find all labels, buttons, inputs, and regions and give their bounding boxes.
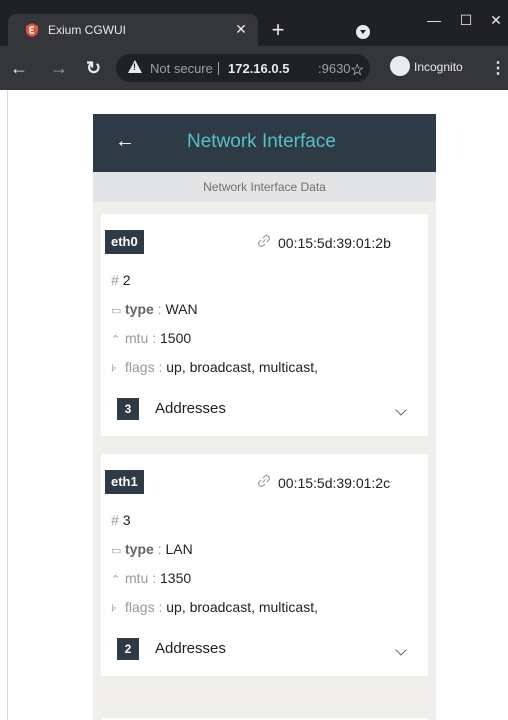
type-value: WAN — [165, 301, 198, 317]
browser-toolbar: ← → ↻ Not secure 172.16.0.5 :9630 ☆ Inco… — [0, 46, 508, 90]
incognito-label: Incognito — [414, 60, 463, 74]
hash-icon: # — [111, 512, 119, 528]
close-window-icon[interactable]: ✕ — [486, 10, 506, 30]
mtu-icon: ⌃ — [111, 574, 121, 586]
type-row: ▭ type : LAN — [111, 541, 193, 557]
mtu-icon: ⌃ — [111, 334, 121, 346]
index-row: # 2 — [111, 272, 130, 288]
flags-value: up, broadcast, multicast, — [166, 359, 318, 375]
mac-address: 00:15:5d:39:01:2c — [278, 475, 391, 491]
address-count-badge: 3 — [117, 398, 139, 420]
subheader-title: Network Interface Data — [203, 180, 326, 194]
interface-card: eth1 00:15:5d:39:01:2c # 3 ▭ type : LAN ⌃… — [101, 454, 428, 676]
page-title: Network Interface — [187, 131, 336, 152]
link-icon — [257, 474, 271, 488]
tab-strip: Exium CGWUI ✕ + — ☐ ✕ — [0, 0, 508, 46]
type-separator: : — [153, 541, 166, 557]
flags-label: flags — [125, 599, 155, 615]
reload-icon[interactable]: ↻ — [86, 58, 101, 78]
new-tab-button[interactable]: + — [268, 19, 288, 41]
addresses-label: Addresses — [155, 640, 226, 657]
chevron-down-icon[interactable] — [395, 404, 407, 416]
mtu-value: 1500 — [160, 330, 192, 346]
type-separator: : — [153, 301, 166, 317]
type-row: ▭ type : WAN — [111, 301, 198, 317]
interface-type-icon: ▭ — [111, 305, 122, 317]
mtu-value: 1350 — [160, 570, 192, 586]
browser-window: Exium CGWUI ✕ + — ☐ ✕ ← → ↻ Not secure 1… — [0, 0, 508, 90]
interface-name-badge: eth1 — [105, 470, 144, 494]
flags-separator: : — [154, 359, 167, 375]
omnibox-divider — [218, 62, 219, 75]
tab-title: Exium CGWUI — [48, 23, 126, 37]
index-row: # 3 — [111, 512, 130, 528]
mtu-separator: : — [148, 330, 161, 346]
app-header: ← Network Interface — [93, 114, 436, 172]
addresses-label: Addresses — [155, 400, 226, 417]
url-port: :9630 — [318, 61, 351, 76]
index-value: 3 — [122, 512, 131, 528]
url-host: 172.16.0.5 — [228, 61, 290, 76]
type-label: type — [125, 541, 154, 557]
minimize-icon[interactable]: — — [424, 10, 444, 30]
flags-row: ⊧ flags : up, broadcast, multicast, — [111, 359, 318, 375]
address-count-badge: 2 — [117, 638, 139, 660]
flags-separator: : — [154, 599, 167, 615]
flag-icon: ⊧ — [111, 603, 117, 615]
flags-label: flags — [125, 359, 155, 375]
subheader: Network Interface Data — [93, 172, 436, 202]
browser-tab[interactable]: Exium CGWUI ✕ — [8, 14, 258, 46]
interface-type-icon: ▭ — [111, 545, 122, 557]
link-icon — [257, 234, 271, 248]
mtu-label: mtu — [125, 330, 149, 346]
index-value: 2 — [122, 272, 131, 288]
page-content: ← Network Interface Network Interface Da… — [0, 90, 508, 720]
mtu-label: mtu — [125, 570, 149, 586]
maximize-icon[interactable]: ☐ — [456, 10, 476, 30]
mtu-separator: : — [148, 570, 161, 586]
tab-search-icon[interactable] — [356, 25, 370, 39]
incognito-icon[interactable] — [390, 56, 410, 76]
app-panel: ← Network Interface Network Interface Da… — [93, 114, 436, 720]
flag-icon: ⊧ — [111, 363, 117, 375]
mac-address: 00:15:5d:39:01:2b — [278, 235, 391, 251]
mtu-row: ⌃ mtu : 1350 — [111, 570, 191, 586]
type-label: type — [125, 301, 154, 317]
chevron-down-icon[interactable] — [395, 644, 407, 656]
mtu-row: ⌃ mtu : 1500 — [111, 330, 191, 346]
back-arrow-icon[interactable]: ← — [10, 58, 28, 78]
menu-kebab-icon[interactable]: ⋮ — [490, 58, 506, 78]
interface-card: eth0 00:15:5d:39:01:2b # 2 ▭ type : WAN ⌃… — [101, 214, 428, 436]
hash-icon: # — [111, 272, 119, 288]
address-bar[interactable]: Not secure 172.16.0.5 :9630 — [116, 54, 370, 82]
flags-row: ⊧ flags : up, broadcast, multicast, — [111, 599, 318, 615]
type-value: LAN — [165, 541, 193, 557]
flags-value: up, broadcast, multicast, — [166, 599, 318, 615]
bookmark-star-icon[interactable]: ☆ — [350, 60, 364, 80]
page-edge-divider — [7, 90, 8, 720]
not-secure-label: Not secure — [150, 61, 213, 76]
exium-logo-icon — [26, 23, 38, 37]
back-arrow-icon[interactable]: ← — [115, 130, 135, 153]
forward-arrow-icon[interactable]: → — [50, 58, 68, 78]
close-tab-icon[interactable]: ✕ — [232, 20, 250, 38]
interface-name-badge: eth0 — [105, 230, 144, 254]
warning-icon — [128, 60, 142, 73]
